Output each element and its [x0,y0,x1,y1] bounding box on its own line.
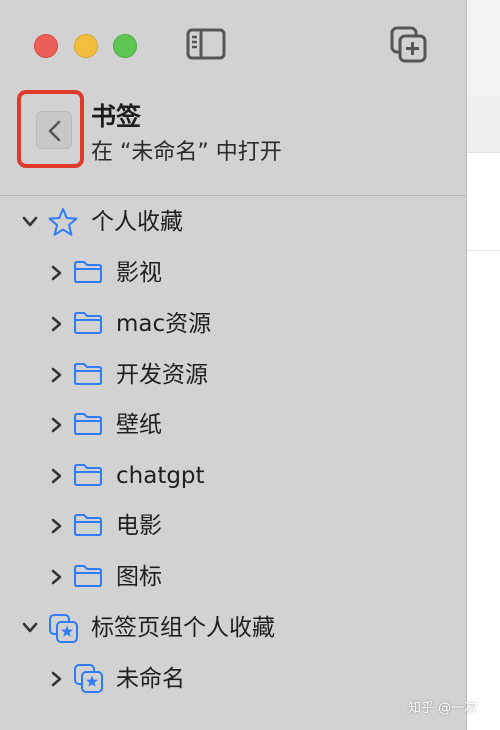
tab-group-star-icon [49,614,78,643]
chevron-down-icon[interactable] [22,216,38,228]
chevron-right-icon[interactable] [51,265,63,281]
chevron-down-icon[interactable] [22,622,38,634]
tab-group-row[interactable]: 未命名 [0,660,466,700]
tab-group-favorites-row[interactable]: 标签页组个人收藏 [0,609,466,649]
folder-row[interactable]: 图标 [0,558,466,598]
chevron-right-icon[interactable] [51,671,63,687]
folder-icon [74,363,102,385]
minimize-window-button[interactable] [74,34,98,58]
folder-label: 影视 [116,260,162,286]
tab-group-star-icon [74,664,103,693]
folder-icon [74,312,102,334]
folder-icon [74,464,102,486]
back-button[interactable] [36,111,72,149]
folder-row[interactable]: 影视 [0,254,466,294]
folder-label: mac资源 [116,311,212,337]
chevron-right-icon[interactable] [51,417,63,433]
folder-row[interactable]: mac资源 [0,305,466,345]
new-tab-group-icon[interactable] [390,26,428,64]
favorites-label: 个人收藏 [91,209,183,235]
sidebar: 书签 在 “未命名” 中打开 个人收藏 影视 mac资源 开发资源 壁纸 cha… [0,0,466,730]
chevron-right-icon[interactable] [51,316,63,332]
folder-icon [74,565,102,587]
page-subtitle: 在 “未命名” 中打开 [91,140,282,165]
favorites-group-row[interactable]: 个人收藏 [0,203,466,243]
folder-label: 图标 [116,564,162,590]
folder-label: 开发资源 [116,362,208,388]
watermark: 知乎 @一次 [408,701,478,716]
folder-row[interactable]: chatgpt [0,457,466,497]
divider [0,195,466,196]
browser-content-pane [466,0,500,730]
folder-row[interactable]: 开发资源 [0,356,466,396]
folder-label: 壁纸 [116,412,162,438]
content-divider [467,250,500,251]
folder-label: 电影 [116,513,162,539]
folder-row[interactable]: 电影 [0,507,466,547]
toolbar-strip [467,0,500,97]
chevron-right-icon[interactable] [51,468,63,484]
chevron-right-icon[interactable] [51,518,63,534]
folder-label: chatgpt [116,463,205,489]
zoom-window-button[interactable] [113,34,137,58]
sidebar-toggle-icon[interactable] [186,28,226,60]
close-window-button[interactable] [34,34,58,58]
star-icon [48,208,78,236]
page-title: 书签 [91,102,142,131]
chevron-left-icon [48,120,61,142]
folder-icon [74,514,102,536]
tab-group-label: 未命名 [116,666,185,692]
chevron-right-icon[interactable] [51,367,63,383]
tab-strip [467,96,500,153]
chevron-right-icon[interactable] [51,569,63,585]
folder-row[interactable]: 壁纸 [0,406,466,446]
folder-icon [74,413,102,435]
folder-icon [74,261,102,283]
tab-group-favorites-label: 标签页组个人收藏 [91,615,275,641]
